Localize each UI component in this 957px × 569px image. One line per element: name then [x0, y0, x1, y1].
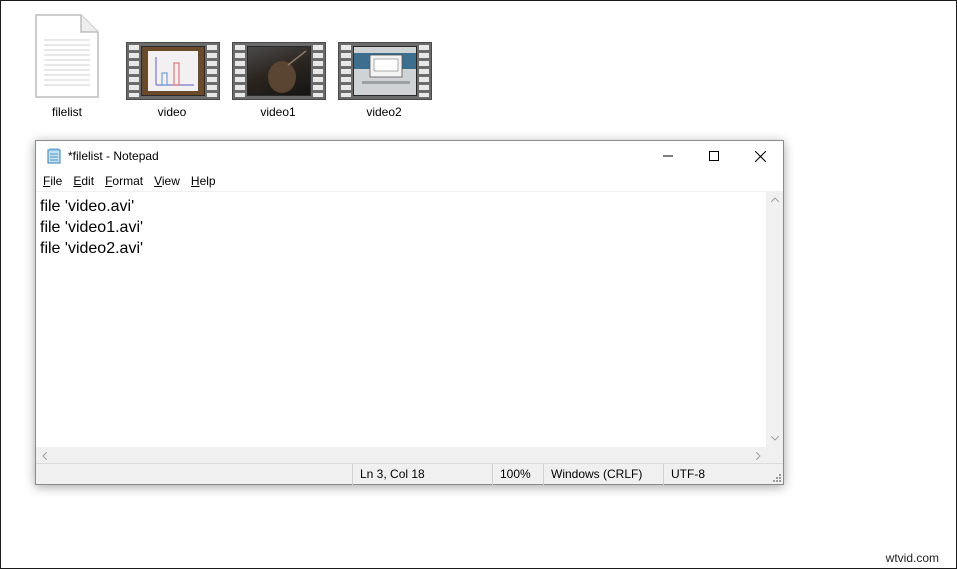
- scrollbar-corner: [766, 447, 783, 464]
- video-file-icon: [126, 42, 220, 100]
- desktop-icon-video[interactable]: video: [122, 12, 222, 122]
- status-bar: Ln 3, Col 18 100% Windows (CRLF) UTF-8: [36, 463, 783, 485]
- scroll-right-button[interactable]: [750, 447, 767, 464]
- maximize-button[interactable]: [691, 141, 737, 171]
- desktop-icon-video2[interactable]: video2: [334, 12, 434, 122]
- title-bar[interactable]: *filelist - Notepad: [36, 141, 783, 171]
- notepad-icon: [47, 148, 61, 164]
- window-title: *filelist - Notepad: [68, 149, 159, 163]
- chevron-up-icon: [770, 197, 779, 202]
- desktop-icon-label: video: [157, 105, 187, 119]
- status-zoom: 100%: [492, 464, 543, 485]
- scroll-left-button[interactable]: [36, 447, 53, 464]
- chevron-right-icon: [756, 451, 761, 460]
- text-editor[interactable]: file 'video.avi' file 'video1.avi' file …: [36, 191, 767, 447]
- desktop-icon-label: video1: [260, 105, 296, 119]
- video-file-icon: [232, 42, 326, 100]
- maximize-icon: [709, 151, 719, 161]
- menu-file[interactable]: File: [39, 174, 66, 188]
- status-cursor-position: Ln 3, Col 18: [352, 464, 492, 485]
- document-icon: [35, 14, 99, 98]
- text-line: file 'video1.avi': [40, 219, 144, 236]
- desktop-icon-label: video2: [366, 105, 402, 119]
- desktop-icon-filelist[interactable]: filelist: [17, 12, 117, 122]
- menu-bar: File Edit Format View Help: [36, 171, 783, 191]
- chevron-left-icon: [42, 451, 47, 460]
- status-encoding: UTF-8: [663, 464, 763, 485]
- text-line: file 'video2.avi': [40, 240, 144, 257]
- resize-grip-icon[interactable]: [771, 472, 781, 482]
- close-button[interactable]: [737, 141, 783, 171]
- vertical-scrollbar[interactable]: [766, 191, 783, 447]
- menu-view[interactable]: View: [150, 174, 184, 188]
- minimize-button[interactable]: [645, 141, 691, 171]
- watermark-text: wtvid.com: [885, 551, 939, 565]
- menu-edit[interactable]: Edit: [69, 174, 98, 188]
- scroll-down-button[interactable]: [766, 430, 783, 447]
- close-icon: [754, 150, 766, 162]
- menu-format[interactable]: Format: [101, 174, 147, 188]
- notepad-window[interactable]: *filelist - Notepad File Edit Format Vie…: [35, 140, 784, 485]
- status-line-endings: Windows (CRLF): [543, 464, 663, 485]
- menu-help[interactable]: Help: [187, 174, 220, 188]
- chevron-down-icon: [770, 436, 779, 441]
- text-line: file 'video.avi': [40, 198, 135, 215]
- horizontal-scrollbar[interactable]: [36, 447, 767, 464]
- desktop-icon-label: filelist: [51, 105, 82, 119]
- scroll-up-button[interactable]: [766, 191, 783, 208]
- video-file-icon: [338, 42, 432, 100]
- desktop-icon-video1[interactable]: video1: [228, 12, 328, 122]
- minimize-icon: [663, 155, 673, 157]
